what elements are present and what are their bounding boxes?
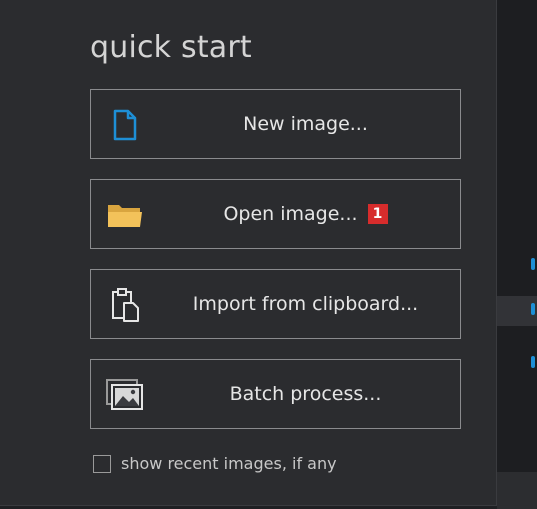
quick-start-panel: quick start New image... Open image... 1 bbox=[0, 0, 497, 506]
batch-images-icon bbox=[105, 377, 145, 413]
edge-marker bbox=[531, 258, 535, 270]
new-file-icon bbox=[105, 107, 145, 143]
batch-process-label: Batch process... bbox=[229, 383, 382, 405]
open-image-label-row: Open image... 1 bbox=[151, 180, 460, 248]
import-clipboard-button[interactable]: Import from clipboard... bbox=[90, 269, 461, 339]
folder-icon bbox=[105, 197, 145, 233]
new-image-button[interactable]: New image... bbox=[90, 89, 461, 159]
show-recent-checkbox[interactable] bbox=[93, 454, 111, 473]
new-image-label: New image... bbox=[243, 113, 368, 135]
panel-title: quick start bbox=[90, 30, 252, 65]
step-badge: 1 bbox=[367, 204, 388, 224]
show-recent-row[interactable]: show recent images, if any bbox=[93, 454, 337, 473]
background-pane bbox=[497, 0, 537, 509]
open-image-label: Open image... bbox=[223, 203, 358, 225]
open-image-button[interactable]: Open image... 1 bbox=[90, 179, 461, 249]
batch-process-button[interactable]: Batch process... bbox=[90, 359, 461, 429]
edge-marker bbox=[531, 303, 535, 315]
bottom-bar bbox=[497, 472, 537, 509]
edge-marker bbox=[531, 356, 535, 368]
show-recent-label: show recent images, if any bbox=[121, 454, 337, 473]
clipboard-icon bbox=[105, 287, 145, 323]
import-clipboard-label: Import from clipboard... bbox=[192, 293, 419, 315]
